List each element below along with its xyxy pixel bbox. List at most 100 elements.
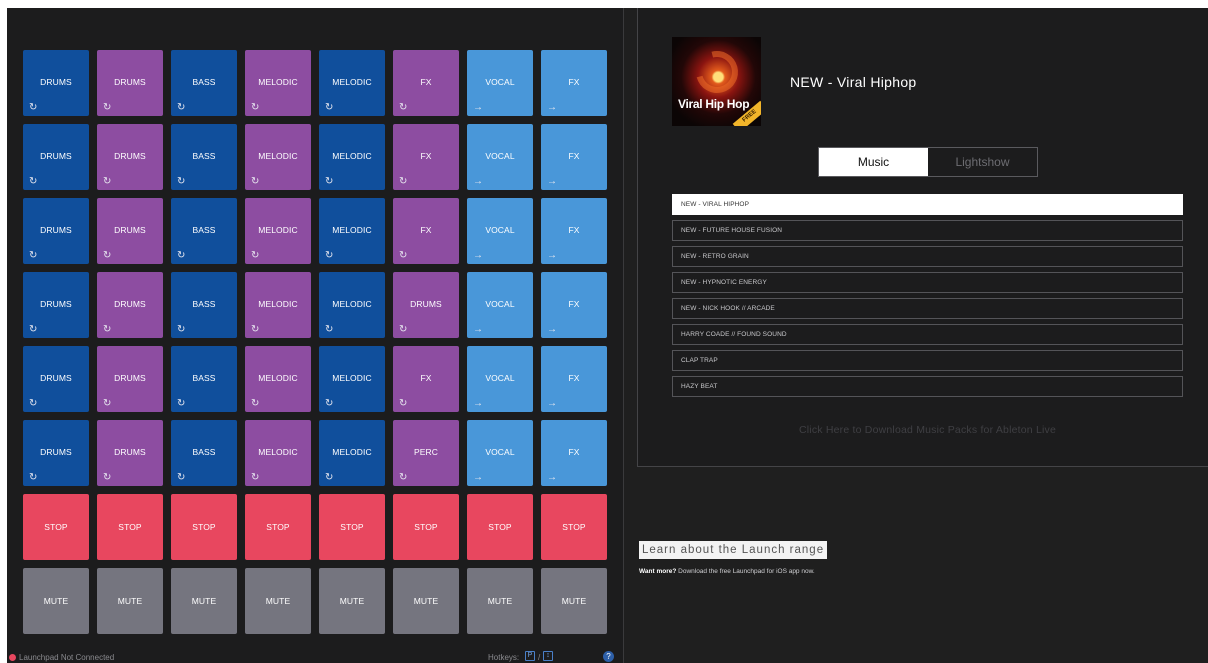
pad-label: BASS: [192, 77, 216, 87]
pad-stop[interactable]: STOP: [541, 494, 607, 560]
pad-mute[interactable]: MUTE: [171, 568, 237, 634]
promo-bold-text: Want more?: [639, 568, 677, 575]
pad-stop[interactable]: STOP: [171, 494, 237, 560]
pad-stop[interactable]: STOP: [467, 494, 533, 560]
pad-mute[interactable]: MUTE: [245, 568, 311, 634]
pad-bass[interactable]: BASS ↻: [171, 420, 237, 486]
pad-mute[interactable]: MUTE: [319, 568, 385, 634]
pad-melodic[interactable]: MELODIC ↻: [319, 124, 385, 190]
pad-fx[interactable]: FX ↻: [393, 346, 459, 412]
pad-label: FX: [420, 77, 432, 87]
pad-mute[interactable]: MUTE: [97, 568, 163, 634]
hotkey-p-key[interactable]: P: [525, 651, 535, 661]
pad-label: STOP: [562, 522, 586, 532]
pad-bass[interactable]: BASS ↻: [171, 124, 237, 190]
pad-melodic[interactable]: MELODIC ↻: [319, 50, 385, 116]
pad-drums[interactable]: DRUMS ↻: [23, 198, 89, 264]
pad-fx[interactable]: FX →: [541, 124, 607, 190]
pad-label: STOP: [44, 522, 68, 532]
hotkeys-label: Hotkeys:: [488, 653, 520, 662]
tab-lightshow[interactable]: Lightshow: [928, 148, 1037, 176]
one-shot-arrow-icon: →: [547, 398, 558, 409]
pad-melodic[interactable]: MELODIC ↻: [319, 420, 385, 486]
pad-melodic[interactable]: MELODIC ↻: [245, 124, 311, 190]
pad-melodic[interactable]: MELODIC ↻: [245, 50, 311, 116]
pad-mute[interactable]: MUTE: [467, 568, 533, 634]
pad-drums[interactable]: DRUMS ↻: [393, 272, 459, 338]
pad-drums[interactable]: DRUMS ↻: [23, 346, 89, 412]
pad-bass[interactable]: BASS ↻: [171, 272, 237, 338]
pad-bass[interactable]: BASS ↻: [171, 198, 237, 264]
pad-fx[interactable]: FX →: [541, 272, 607, 338]
one-shot-arrow-icon: →: [547, 324, 558, 335]
pad-perc[interactable]: PERC ↻: [393, 420, 459, 486]
tab-music[interactable]: Music: [819, 148, 928, 176]
pad-drums[interactable]: DRUMS ↻: [23, 50, 89, 116]
help-icon[interactable]: ?: [603, 651, 614, 662]
pad-fx[interactable]: FX →: [541, 420, 607, 486]
pad-fx[interactable]: FX ↻: [393, 198, 459, 264]
pad-drums[interactable]: DRUMS ↻: [97, 124, 163, 190]
pad-melodic[interactable]: MELODIC ↻: [245, 272, 311, 338]
pad-label: VOCAL: [485, 225, 515, 235]
panel-divider: [623, 8, 624, 663]
pad-melodic[interactable]: MELODIC ↻: [319, 346, 385, 412]
pack-list-item[interactable]: NEW - HYPNOTIC ENERGY: [672, 272, 1183, 293]
pad-vocal[interactable]: VOCAL →: [467, 346, 533, 412]
pad-mute[interactable]: MUTE: [541, 568, 607, 634]
pad-drums[interactable]: DRUMS ↻: [97, 50, 163, 116]
pad-vocal[interactable]: VOCAL →: [467, 124, 533, 190]
pad-label: MELODIC: [258, 151, 298, 161]
pad-melodic[interactable]: MELODIC ↻: [245, 198, 311, 264]
pack-list-item[interactable]: NEW - NICK HOOK // ARCADE: [672, 298, 1183, 319]
pad-stop[interactable]: STOP: [23, 494, 89, 560]
download-music-packs-link[interactable]: Click Here to Download Music Packs for A…: [672, 424, 1183, 436]
pack-list-item[interactable]: NEW - RETRO GRAIN: [672, 246, 1183, 267]
pad-drums[interactable]: DRUMS ↻: [23, 272, 89, 338]
pad-stop[interactable]: STOP: [319, 494, 385, 560]
loop-icon: ↻: [177, 472, 186, 483]
pad-melodic[interactable]: MELODIC ↻: [319, 198, 385, 264]
pack-list-item[interactable]: HARRY COADE // FOUND SOUND: [672, 324, 1183, 345]
pad-fx[interactable]: FX →: [541, 346, 607, 412]
pad-fx[interactable]: FX →: [541, 198, 607, 264]
loop-icon: ↻: [399, 176, 408, 187]
pad-drums[interactable]: DRUMS ↻: [97, 420, 163, 486]
pad-fx[interactable]: FX ↻: [393, 50, 459, 116]
pad-vocal[interactable]: VOCAL →: [467, 420, 533, 486]
pack-list-item[interactable]: CLAP TRAP: [672, 350, 1183, 371]
pad-label: MELODIC: [332, 225, 372, 235]
pad-drums[interactable]: DRUMS ↻: [23, 420, 89, 486]
pad-drums[interactable]: DRUMS ↻: [97, 346, 163, 412]
pad-mute[interactable]: MUTE: [393, 568, 459, 634]
pad-drums[interactable]: DRUMS ↻: [97, 198, 163, 264]
learn-launch-range-button[interactable]: Learn about the Launch range: [639, 541, 828, 559]
pad-vocal[interactable]: VOCAL →: [467, 272, 533, 338]
pad-stop[interactable]: STOP: [245, 494, 311, 560]
pad-label: STOP: [266, 522, 290, 532]
pad-bass[interactable]: BASS ↻: [171, 50, 237, 116]
pad-bass[interactable]: BASS ↻: [171, 346, 237, 412]
pad-label: FX: [420, 151, 432, 161]
pack-panel: Viral Hip Hop FREE NEW - Viral Hiphop Mu…: [637, 8, 1208, 467]
pack-list-item[interactable]: NEW - VIRAL HIPHOP: [672, 194, 1183, 215]
pad-fx[interactable]: FX ↻: [393, 124, 459, 190]
pad-vocal[interactable]: VOCAL →: [467, 198, 533, 264]
hotkey-separator: /: [538, 653, 541, 662]
pad-label: DRUMS: [40, 447, 72, 457]
pad-melodic[interactable]: MELODIC ↻: [245, 346, 311, 412]
pad-fx[interactable]: FX →: [541, 50, 607, 116]
pack-list-item[interactable]: HAZY BEAT: [672, 376, 1183, 397]
pad-melodic[interactable]: MELODIC ↻: [319, 272, 385, 338]
pad-stop[interactable]: STOP: [97, 494, 163, 560]
pad-stop[interactable]: STOP: [393, 494, 459, 560]
pack-list-item[interactable]: NEW - FUTURE HOUSE FUSION: [672, 220, 1183, 241]
pad-drums[interactable]: DRUMS ↻: [97, 272, 163, 338]
pad-melodic[interactable]: MELODIC ↻: [245, 420, 311, 486]
pad-label: STOP: [118, 522, 142, 532]
pad-mute[interactable]: MUTE: [23, 568, 89, 634]
one-shot-arrow-icon: →: [473, 398, 484, 409]
hotkey-arrow-icon[interactable]: ↕: [543, 651, 553, 661]
pad-vocal[interactable]: VOCAL →: [467, 50, 533, 116]
pad-drums[interactable]: DRUMS ↻: [23, 124, 89, 190]
